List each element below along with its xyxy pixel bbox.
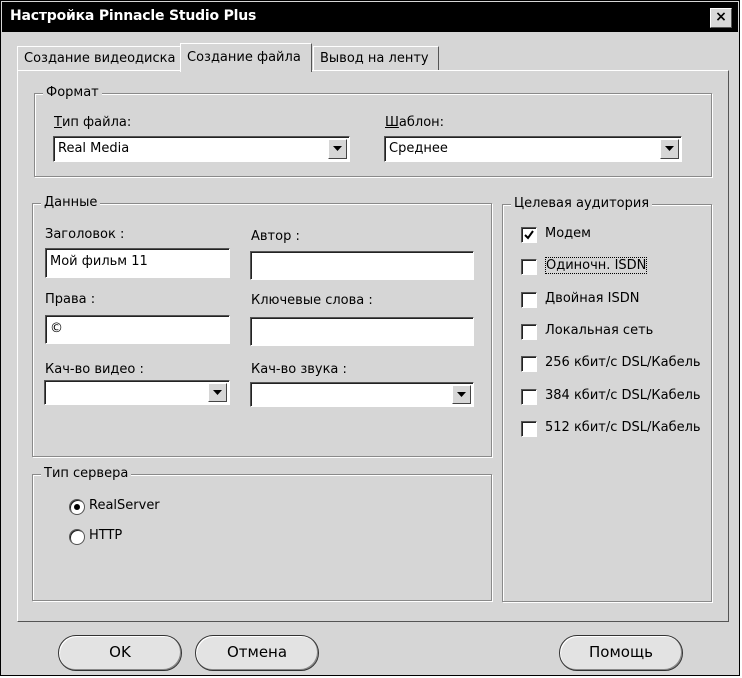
template-value: Среднее [389,141,448,156]
ok-button[interactable]: OK [58,635,182,671]
video-quality-dropdown-button[interactable] [208,383,227,402]
ok-button-label: OK [109,643,131,661]
author-input[interactable] [250,251,474,280]
checkbox-label: Модем [545,226,591,241]
file-type-select[interactable]: Real Media [53,136,350,162]
checkbox[interactable] [521,292,537,308]
checkbox[interactable] [521,259,537,275]
audio-quality-select[interactable] [250,382,474,407]
close-button[interactable]: × [710,8,732,28]
checkbox[interactable] [521,356,537,372]
file-type-dropdown-button[interactable] [328,139,347,159]
chevron-down-icon [333,146,342,151]
keywords-input[interactable] [250,317,474,346]
rights-input[interactable]: © [45,315,230,344]
format-legend: Формат [43,85,102,100]
audio-quality-label: Кач-во звука : [251,362,347,377]
title-bar: Настройка Pinnacle Studio Plus × [2,2,738,32]
chevron-down-icon [213,390,222,395]
radio-button[interactable] [69,529,85,545]
checkbox-label: 256 кбит/с DSL/Кабель [545,355,701,370]
radio-label: RealServer [89,498,160,513]
format-group: Формат Тип файла: Real Media Шаблон: Сре… [34,85,712,177]
author-label: Автор : [251,229,300,244]
checkbox-label: 512 кбит/с DSL/Кабель [545,420,701,435]
window-title: Настройка Pinnacle Studio Plus [10,8,257,24]
radio-dot [74,504,80,510]
checkbox-label: Одиночн. ISDN [545,257,648,274]
tab-file-creation[interactable]: Создание файла [180,43,312,72]
radio-button[interactable] [69,499,85,515]
server-type-legend: Тип сервера [41,466,132,481]
title-label: Заголовок : [45,227,125,242]
data-group: Данные Заголовок : Мой фильм 11 Автор : … [32,195,492,457]
help-button[interactable]: Помощь [559,635,683,671]
file-type-label: Тип файла: [54,115,132,130]
server-type-group: Тип сервера RealServer HTTP [32,466,492,601]
file-type-value: Real Media [58,141,130,156]
cancel-button-label: Отмена [226,643,288,661]
tab-label: Создание видеодиска [24,51,176,66]
tab-label: Вывод на ленту [320,51,429,66]
tab-panel: Формат Тип файла: Real Media Шаблон: Сре… [17,70,729,622]
title-input[interactable]: Мой фильм 11 [45,248,230,278]
checkbox[interactable] [521,227,537,243]
cancel-button[interactable]: Отмена [195,635,319,671]
chevron-down-icon [665,146,674,151]
keywords-label: Ключевые слова : [251,293,373,308]
checkbox[interactable] [521,324,537,340]
settings-dialog: Настройка Pinnacle Studio Plus × Создани… [0,0,740,676]
checkbox-label: Двойная ISDN [545,291,640,306]
data-legend: Данные [41,195,101,210]
tab-video-disc[interactable]: Создание видеодиска [17,46,183,71]
checkbox[interactable] [521,421,537,437]
chevron-down-icon [457,392,466,397]
audio-quality-dropdown-button[interactable] [452,385,471,404]
tab-tape-output[interactable]: Вывод на ленту [313,46,439,71]
radio-label: HTTP [89,528,123,543]
template-select[interactable]: Среднее [384,136,682,162]
checkbox-label: Локальная сеть [545,323,654,338]
checkbox[interactable] [521,389,537,405]
template-label: Шаблон: [385,115,445,130]
checkmark-icon [524,230,534,240]
tab-label: Создание файла [187,50,301,65]
target-audience-group: Целевая аудитория Модем Одиночн. ISDN Дв… [502,196,712,602]
template-dropdown-button[interactable] [660,139,679,159]
target-audience-legend: Целевая аудитория [511,196,653,211]
video-quality-label: Кач-во видео : [45,362,144,377]
checkbox-label: 384 кбит/с DSL/Кабель [545,388,701,403]
video-quality-select[interactable] [44,380,230,405]
close-icon: × [715,9,727,25]
help-button-label: Помощь [589,643,653,661]
rights-label: Права : [45,292,96,307]
